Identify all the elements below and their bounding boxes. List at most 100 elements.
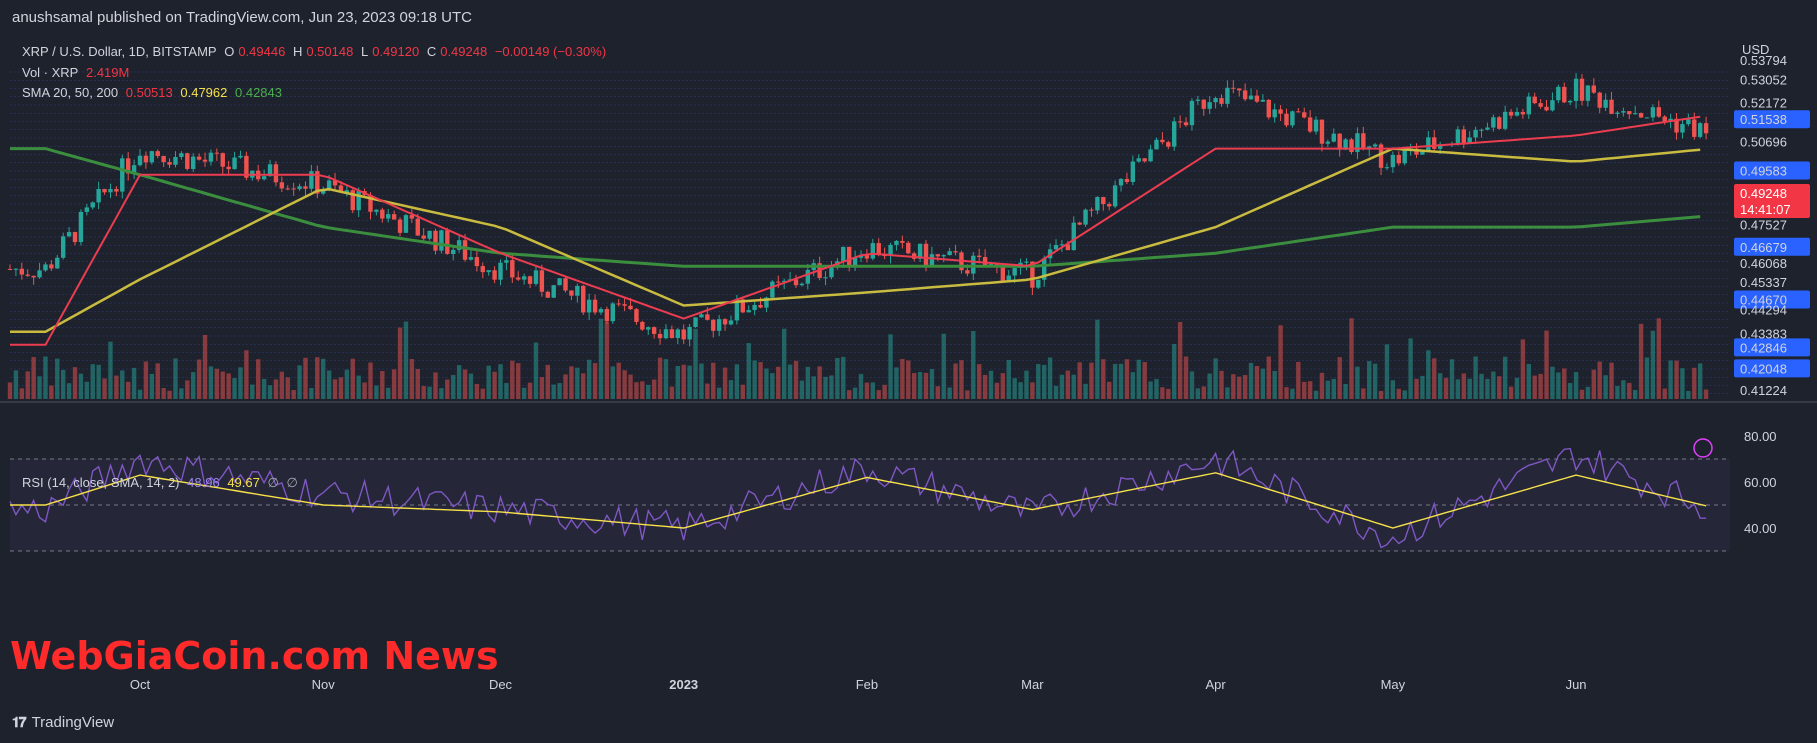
candle-body: [202, 159, 208, 162]
volume-bar: [486, 365, 491, 399]
candle-body: [1585, 85, 1591, 101]
price-tick-label: 0.52172: [1740, 96, 1787, 111]
symbol-legend[interactable]: XRP / U.S. Dollar, 1D, BITSTAMP O 0.49446…: [22, 44, 610, 59]
sma-label[interactable]: SMA 20, 50, 200: [22, 85, 118, 100]
volume-bar: [66, 383, 72, 399]
volume-bar: [1479, 373, 1484, 399]
candle-body: [699, 314, 704, 318]
change-value: −0.00149 (−0.30%): [494, 44, 607, 59]
candle-body: [1567, 100, 1573, 103]
volume-bar: [108, 341, 113, 399]
price-tick-label: 0.45337: [1740, 275, 1787, 290]
volume-bar: [628, 374, 633, 399]
candle-body: [551, 285, 556, 298]
candle-body: [37, 270, 42, 278]
symbol-name[interactable]: XRP / U.S. Dollar, 1D, BITSTAMP: [22, 44, 217, 59]
candle-body: [1177, 121, 1183, 123]
volume-bar: [1627, 382, 1632, 399]
candle-body: [592, 299, 598, 313]
volume-bar: [167, 390, 172, 399]
candle-body: [693, 317, 698, 327]
candle-body: [1644, 117, 1650, 119]
volume-bar: [781, 328, 787, 399]
volume-bar: [669, 386, 675, 399]
volume-bar: [1142, 362, 1147, 399]
volume-bar: [917, 372, 923, 399]
volume-bar: [1668, 360, 1673, 399]
candle-body: [1319, 119, 1325, 144]
volume-bar: [1177, 321, 1183, 399]
volume-bar: [947, 387, 952, 399]
candle-body: [1508, 111, 1514, 116]
volume-bar: [1242, 375, 1248, 399]
rsi-tick-label: 40.00: [1744, 521, 1777, 536]
volume-bar: [876, 390, 881, 399]
volume-bar: [610, 366, 615, 399]
candle-body: [415, 218, 420, 236]
time-axis-label: Oct: [130, 677, 151, 692]
rsi-label[interactable]: RSI (14, close, SMA, 14, 2): [22, 475, 180, 490]
candle-body: [421, 235, 426, 239]
volume-bar: [397, 327, 403, 399]
candle-body: [143, 155, 149, 163]
candle-body: [965, 270, 970, 274]
volume-bar: [421, 385, 426, 399]
candle-body: [445, 230, 450, 254]
candle-body: [1390, 154, 1396, 168]
volume-bar: [256, 359, 261, 399]
candle-body: [1307, 117, 1313, 132]
candle-body: [137, 155, 143, 166]
time-axis-label: May: [1381, 677, 1406, 692]
candle-body: [1497, 117, 1502, 129]
volume-bar: [906, 360, 911, 399]
volume-legend[interactable]: Vol · XRP 2.419M: [22, 65, 133, 80]
candle-body: [1160, 139, 1165, 143]
volume-bar: [1591, 369, 1597, 399]
volume-bar: [1686, 390, 1691, 399]
volume-bar: [953, 363, 958, 399]
volume-bar: [226, 373, 231, 399]
candle-body: [527, 276, 533, 284]
candle-body: [1579, 78, 1585, 101]
candle-body: [66, 232, 72, 237]
volume-bar: [1638, 323, 1644, 399]
candle-body: [1112, 185, 1118, 207]
time-axis-label: Feb: [856, 677, 878, 692]
candle-body: [1101, 197, 1106, 205]
price-tick-label: 0.51538: [1740, 112, 1787, 127]
volume-bar: [1609, 362, 1614, 399]
volume-bar: [1544, 330, 1549, 399]
currency-label[interactable]: USD: [1742, 42, 1769, 57]
volume-bar: [1136, 359, 1141, 399]
rsi-legend[interactable]: RSI (14, close, SMA, 14, 2) 48.96 49.67 …: [22, 475, 302, 491]
candle-body: [504, 260, 509, 263]
chart-canvas[interactable]: 0.537940.530520.521720.515380.506960.495…: [0, 34, 1817, 704]
volume-bar: [1497, 376, 1502, 399]
sma-legend[interactable]: SMA 20, 50, 200 0.50513 0.47962 0.42843: [22, 85, 286, 100]
candle-body: [261, 176, 267, 180]
volume-bar: [616, 362, 621, 399]
candle-body: [823, 277, 828, 279]
volume-bar: [362, 382, 367, 399]
tradingview-logo[interactable]: 𝟏𝟕 TradingView: [12, 714, 114, 731]
candle-body: [1697, 123, 1703, 137]
volume-bar: [1508, 386, 1514, 399]
chart-frame[interactable]: 0.53794 0.53052 0.52172 0.51538 0.50696 0.495…: [0, 34, 1817, 704]
volume-bar: [994, 382, 1000, 399]
volume-bar: [427, 386, 432, 399]
candle-body: [161, 155, 166, 163]
candle-body: [1266, 99, 1271, 118]
candle-body: [1213, 98, 1218, 103]
volume-bar: [1520, 339, 1526, 399]
candle-body: [705, 314, 710, 320]
candle-body: [1627, 111, 1632, 115]
candle-body: [1455, 129, 1461, 144]
candle-body: [90, 202, 95, 208]
candle-body: [1526, 96, 1531, 115]
candle-body: [1012, 267, 1017, 276]
volume-bar: [1101, 359, 1106, 399]
candle-body: [1154, 139, 1159, 150]
volume-label[interactable]: Vol · XRP: [22, 65, 78, 80]
candle-body: [545, 291, 550, 298]
volume-bar: [1166, 388, 1171, 399]
